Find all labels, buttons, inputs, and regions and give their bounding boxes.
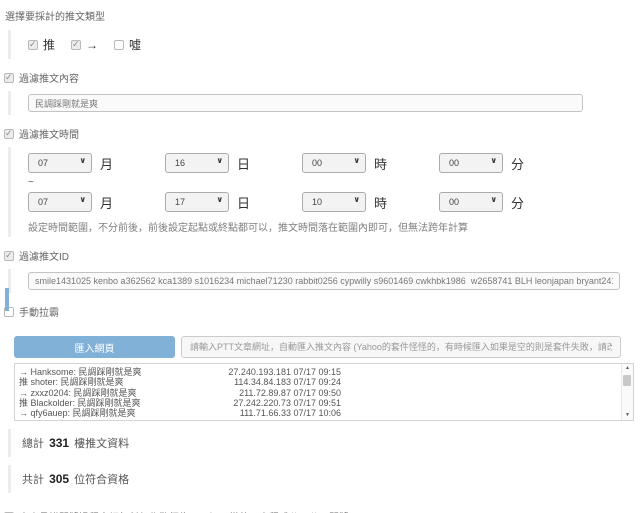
hour-unit-label: 時 (374, 193, 387, 212)
type-push-checkbox[interactable] (28, 40, 38, 50)
accent-bar (5, 288, 9, 311)
minute-unit-label: 分 (511, 154, 524, 173)
type-boo-checkbox[interactable] (114, 40, 124, 50)
month-unit-label: 月 (100, 193, 113, 212)
time-to-hour-group: 10∨ 時 (302, 192, 439, 212)
ptt-lottery-tool: 選擇要採計的推文類型 推 → 噓 過濾推文內容 過濾推文時間 07∨ 月 (0, 0, 640, 513)
time-to-hour-select[interactable]: 10 (302, 192, 366, 212)
import-row: 匯入網頁 (14, 336, 640, 358)
list-item: → Hanksome: 民調踩剛就是爽 27.240.193.181 07/17… (19, 367, 617, 377)
time-to-day-group: 17∨ 日 (165, 192, 302, 212)
time-filter-label: 過濾推文時間 (19, 126, 79, 141)
time-to-minute-select[interactable]: 00 (439, 192, 503, 212)
type-arrow-checkbox[interactable] (71, 40, 81, 50)
type-option-arrow[interactable]: → (71, 38, 98, 52)
comment-ip-time: 27.242.220.73 07/17 09:51 (169, 398, 341, 408)
time-from-minute-group: 00∨ 分 (439, 153, 576, 173)
type-push-label: 推 (43, 36, 55, 53)
type-option-push[interactable]: 推 (28, 36, 55, 53)
comment-ip-time: 111.71.66.33 07/17 10:06 (169, 408, 341, 418)
manual-slot-label: 手動拉霸 (19, 304, 59, 319)
list-item: → qfy6auep: 民調踩剛就是爽 111.71.66.33 07/17 1… (19, 408, 617, 418)
list-item: 推 Blackolder: 民調踩剛就是爽 27.242.220.73 07/1… (19, 398, 617, 408)
time-filter-section: 07∨ 月 16∨ 日 00∨ 時 00∨ 分 ~ 07∨ 月 17∨ (8, 147, 640, 237)
comment-author-text: → Hanksome: 民調踩剛就是爽 (19, 367, 169, 377)
type-arrow-label: → (86, 38, 98, 52)
list-item: → zxxz0204: 民調踩剛就是爽 211.72.89.87 07/17 0… (19, 388, 617, 398)
time-from-month-select[interactable]: 07 (28, 153, 92, 173)
day-unit-label: 日 (237, 154, 250, 173)
total-count: 331 (49, 436, 69, 450)
id-filter-section (8, 269, 640, 293)
time-to-minute-group: 00∨ 分 (439, 192, 576, 212)
time-range-tilde: ~ (28, 177, 640, 188)
type-options: 推 → 噓 (8, 30, 640, 59)
time-to-month-select[interactable]: 07 (28, 192, 92, 212)
total-comments-line: 總計 331 樓推文資料 (8, 429, 640, 457)
time-from-day-group: 16∨ 日 (165, 153, 302, 173)
time-filter-row: 過濾推文時間 (4, 126, 640, 141)
pledge-row: 本人承諾開獎過程中絕無任何作弊行為，一切正常使用本程式公平公正開獎。 (4, 509, 640, 513)
scrollbar-thumb[interactable] (623, 375, 631, 386)
time-from-hour-group: 00∨ 時 (302, 153, 439, 173)
id-filter-input[interactable] (28, 272, 620, 290)
time-filter-note: 設定時間範圍，不分前後，前後設定起點或終點都可以，推文時間落在範圍內即可，但無法… (28, 219, 640, 234)
time-to-month-group: 07∨ 月 (28, 192, 165, 212)
content-filter-label: 過濾推文內容 (19, 70, 79, 85)
time-filter-checkbox[interactable] (4, 129, 14, 139)
minute-unit-label: 分 (511, 193, 524, 212)
time-to-day-select[interactable]: 17 (165, 192, 229, 212)
comment-author-text: 推 shoter: 民調踩剛就是爽 (19, 377, 169, 387)
comment-ip-time: 114.34.84.183 07/17 09:24 (169, 377, 341, 387)
pledge-label: 本人承諾開獎過程中絕無任何作弊行為，一切正常使用本程式公平公正開獎。 (19, 509, 359, 513)
comment-ip-time: 211.72.89.87 07/17 09:50 (169, 388, 341, 398)
time-from-row: 07∨ 月 16∨ 日 00∨ 時 00∨ 分 (28, 153, 640, 173)
time-from-hour-select[interactable]: 00 (302, 153, 366, 173)
content-filter-section (8, 91, 640, 115)
comment-author-text: 推 Blackolder: 民調踩剛就是爽 (19, 398, 169, 408)
comment-author-text: → zxxz0204: 民調踩剛就是爽 (19, 388, 169, 398)
content-filter-checkbox[interactable] (4, 73, 14, 83)
list-item: 推 shoter: 民調踩剛就是爽 114.34.84.183 07/17 09… (19, 377, 617, 387)
qualified-prefix: 共計 (22, 474, 44, 486)
manual-slot-row: 手動拉霸 (4, 304, 640, 319)
content-filter-row: 過濾推文內容 (4, 70, 640, 85)
content-filter-input[interactable] (28, 94, 583, 112)
id-filter-checkbox[interactable] (4, 251, 14, 261)
qualified-count: 305 (49, 472, 69, 486)
time-from-month-group: 07∨ 月 (28, 153, 165, 173)
day-unit-label: 日 (237, 193, 250, 212)
import-page-button[interactable]: 匯入網頁 (14, 336, 175, 358)
qualified-suffix: 位符合資格 (74, 474, 129, 486)
scroll-down-icon[interactable]: ▼ (625, 413, 630, 418)
id-filter-label: 過濾推文ID (19, 248, 69, 263)
month-unit-label: 月 (100, 154, 113, 173)
time-to-row: 07∨ 月 17∨ 日 10∨ 時 00∨ 分 (28, 192, 640, 212)
time-from-day-select[interactable]: 16 (165, 153, 229, 173)
type-section-label: 選擇要採計的推文類型 (5, 8, 640, 23)
article-url-input[interactable] (181, 336, 621, 358)
time-from-minute-select[interactable]: 00 (439, 153, 503, 173)
comment-entries: → Hanksome: 民調踩剛就是爽 27.240.193.181 07/17… (19, 367, 617, 418)
comment-ip-time: 27.240.193.181 07/17 09:15 (169, 367, 341, 377)
qualified-line: 共計 305 位符合資格 (8, 465, 640, 493)
type-option-boo[interactable]: 噓 (114, 36, 141, 53)
total-prefix: 總計 (22, 438, 44, 450)
comment-author-text: → qfy6auep: 民調踩剛就是爽 (19, 408, 169, 418)
list-scrollbar[interactable]: ▲ ▼ (621, 364, 633, 420)
id-filter-row: 過濾推文ID (4, 248, 640, 263)
hour-unit-label: 時 (374, 154, 387, 173)
total-suffix: 樓推文資料 (74, 438, 129, 450)
scroll-up-icon[interactable]: ▲ (625, 366, 630, 371)
type-boo-label: 噓 (129, 36, 141, 53)
comment-list: → Hanksome: 民調踩剛就是爽 27.240.193.181 07/17… (14, 363, 634, 421)
